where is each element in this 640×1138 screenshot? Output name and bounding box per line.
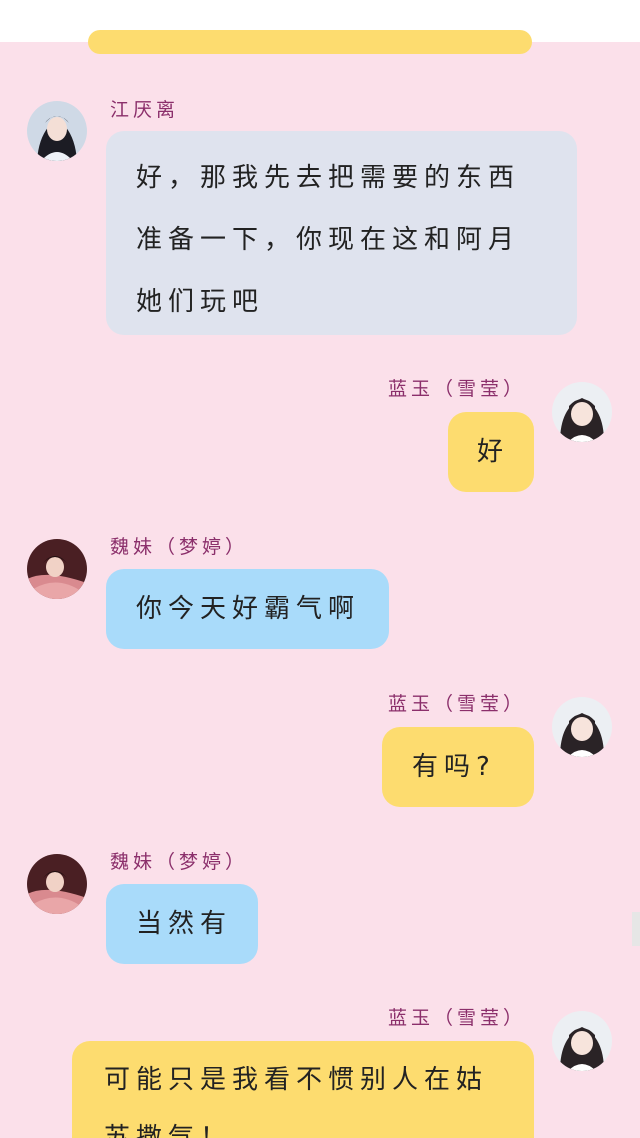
message-bubble[interactable]: 有吗? xyxy=(382,727,534,807)
sender-name: 蓝玉（雪莹） xyxy=(388,1007,527,1029)
sender-name: 蓝玉（雪莹） xyxy=(388,693,527,715)
message-bubble[interactable]: 你今天好霸气啊 xyxy=(106,569,389,649)
message-bubble[interactable]: 可能只是我看不惯别人在姑 苏撒气！ xyxy=(72,1041,534,1138)
avatar-wei-mei-icon[interactable] xyxy=(27,539,87,599)
sender-name: 魏妹（梦婷） xyxy=(110,536,249,558)
scrollbar-handle[interactable] xyxy=(632,912,640,946)
avatar-jiang-yanli-icon[interactable] xyxy=(27,101,87,161)
message-line: 她们玩吧 xyxy=(136,287,265,317)
avatar-wei-mei-icon[interactable] xyxy=(27,854,87,914)
avatar-lan-yu-icon[interactable] xyxy=(552,1011,612,1071)
message-bubble[interactable]: 好，那我先去把需要的东西 准备一下，你现在这和阿月 她们玩吧 xyxy=(106,131,577,335)
message-bubble[interactable]: 好 xyxy=(448,412,534,492)
message-line: 准备一下，你现在这和阿月 xyxy=(136,225,521,255)
message-line: 可能只是我看不惯别人在姑 xyxy=(104,1065,489,1095)
message-bubble[interactable]: 当然有 xyxy=(106,884,258,964)
message-line: 好，那我先去把需要的东西 xyxy=(136,163,521,193)
message-line: 苏撒气！ xyxy=(104,1123,233,1138)
avatar-lan-yu-icon[interactable] xyxy=(552,697,612,757)
message-text: 当然有 xyxy=(136,909,233,939)
message-text: 你今天好霸气啊 xyxy=(136,594,361,624)
previous-message-bubble[interactable] xyxy=(88,30,532,54)
sender-name: 江厌离 xyxy=(110,99,180,121)
message-text: 有吗? xyxy=(412,752,496,782)
avatar-lan-yu-icon[interactable] xyxy=(552,382,612,442)
sender-name: 蓝玉（雪莹） xyxy=(388,378,527,400)
sender-name: 魏妹（梦婷） xyxy=(110,851,249,873)
message-text: 好 xyxy=(476,437,509,467)
